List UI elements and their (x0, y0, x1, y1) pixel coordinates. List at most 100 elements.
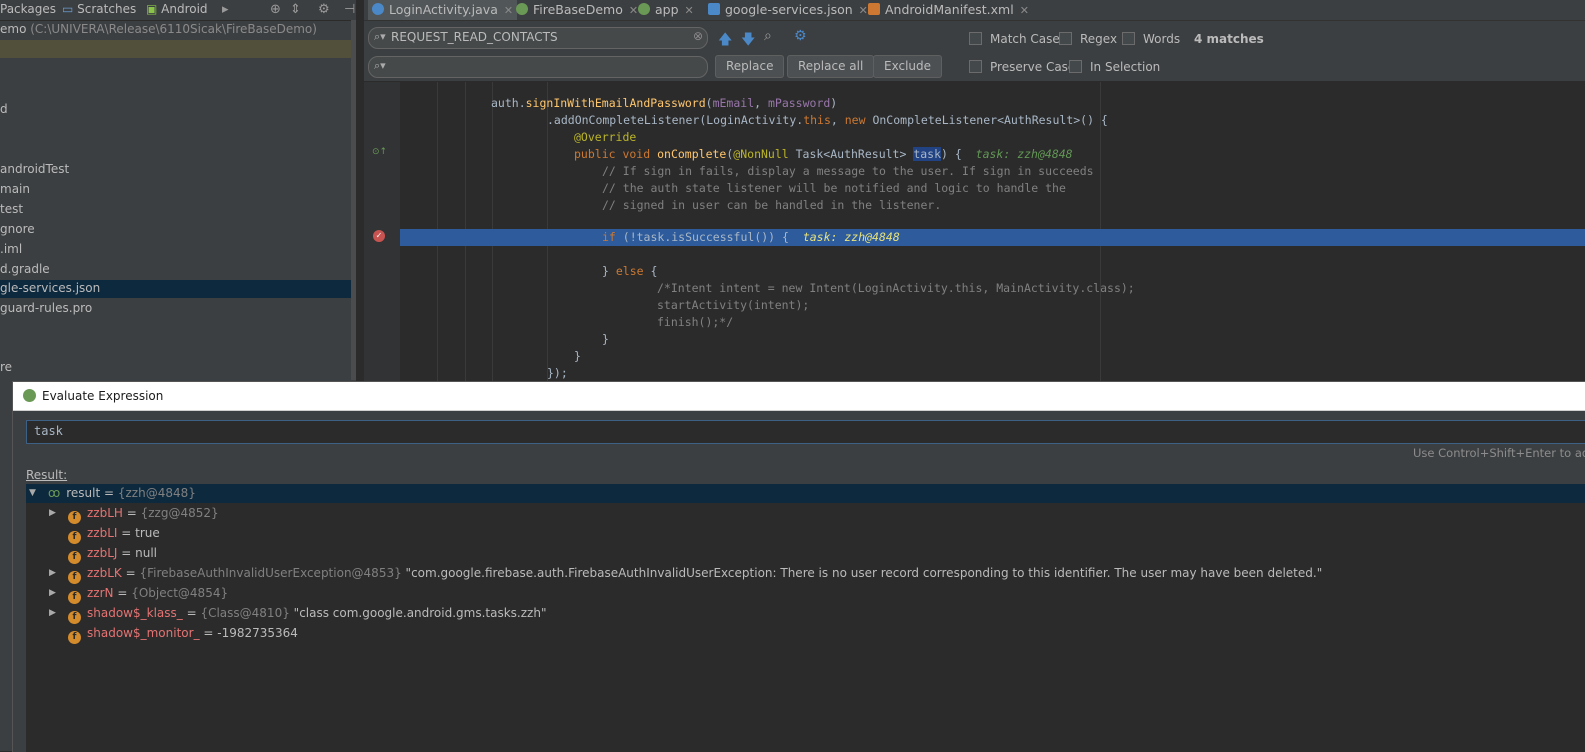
tab-packages[interactable]: Packages (0, 2, 56, 16)
tab-google-services[interactable]: google-services.json ✕ (704, 0, 872, 20)
field-icon: f (68, 611, 81, 624)
result-label: Result: (26, 468, 68, 482)
code-line: .addOnCompleteListener(LoginActivity.thi… (547, 113, 1108, 127)
match-case-checkbox[interactable]: Match Case (969, 32, 1060, 46)
filter-settings-icon[interactable]: ⚙ (794, 28, 807, 44)
gear-icon[interactable]: ⚙ (318, 2, 330, 17)
tab-android-label: Android (161, 2, 208, 16)
code-comment: // the auth state listener will be notif… (602, 181, 1066, 195)
find-all-icon[interactable]: ⌕ (764, 28, 772, 44)
collapsed-arrow-icon[interactable]: ▶ (49, 504, 56, 523)
checkbox-box (969, 32, 982, 45)
tab-firebasedemo[interactable]: FireBaseDemo ✕ (512, 0, 642, 20)
search-icon: ⌕▾ (374, 30, 386, 43)
result-value: {zzh@4848} (117, 486, 196, 500)
project-root-path[interactable]: emo (C:\UNIVERA\Release\6110Sicak\FireBa… (0, 22, 317, 36)
collapsed-arrow-icon[interactable]: ▶ (49, 584, 56, 603)
expanded-arrow-icon[interactable]: ▼ (29, 484, 36, 503)
checkbox-box (1069, 60, 1082, 73)
editor-tabs: LoginActivity.java ✕ FireBaseDemo ✕ app ✕ g… (364, 0, 1585, 21)
project-item[interactable]: guard-rules.pro (0, 301, 92, 315)
code-comment: /*Intent intent = new Intent(LoginActivi… (657, 281, 1135, 295)
left-strip (0, 390, 12, 751)
gradle-icon (638, 3, 650, 15)
hide-panel-icon[interactable]: ⊣ (344, 2, 355, 17)
in-selection-label: In Selection (1090, 60, 1161, 74)
result-tree[interactable]: ▼ ꝏ result = {zzh@4848} ▶ f zzbLH = {zzg@4… (26, 484, 1585, 752)
clear-icon[interactable]: ⊗ (693, 29, 703, 43)
checkbox-box (969, 60, 982, 73)
close-icon[interactable]: ✕ (685, 4, 694, 17)
dropdown-arrow-icon[interactable]: ▸ (222, 2, 229, 17)
match-case-label: Match Case (990, 32, 1060, 46)
project-item[interactable]: d (0, 102, 8, 116)
evaluate-expression-dialog: Evaluate Expression task Use Control+Shi… (12, 381, 1585, 752)
breakpoint-icon[interactable]: ✓ (373, 230, 385, 242)
editor-gutter[interactable]: ⊙↑ ✓ (364, 82, 400, 382)
field-icon: f (68, 631, 81, 644)
selected-tree-row (26, 484, 1585, 503)
preserve-case-checkbox[interactable]: Preserve Case (969, 60, 1075, 74)
close-icon[interactable]: ✕ (1020, 4, 1029, 17)
code-line: }); (547, 366, 568, 380)
project-item[interactable]: gnore (0, 222, 35, 236)
in-selection-checkbox[interactable]: In Selection (1069, 60, 1160, 74)
code-line: if (!task.isSuccessful()) { task: zzh@48… (602, 230, 900, 244)
override-method-icon[interactable]: ⊙↑ (372, 147, 387, 157)
code-comment: finish();*/ (657, 315, 734, 329)
sync-icon[interactable]: ⊕ (270, 2, 281, 17)
project-scrollbar[interactable] (351, 20, 356, 380)
search-field[interactable]: ⌕▾ REQUEST_READ_CONTACTS ⊗ (368, 27, 708, 49)
project-item[interactable]: .iml (0, 242, 22, 256)
replace-button[interactable]: Replace (715, 55, 785, 78)
project-item[interactable]: main (0, 182, 30, 196)
search-input[interactable]: REQUEST_READ_CONTACTS (391, 30, 558, 44)
replace-all-button[interactable]: Replace all (787, 55, 875, 78)
scratches-icon: ▭ (62, 2, 78, 16)
field-icon: f (68, 571, 81, 584)
words-checkbox[interactable]: Words (1122, 32, 1180, 46)
project-item[interactable]: test (0, 202, 23, 216)
field-icon: f (68, 531, 81, 544)
project-item-selected[interactable]: gle-services.json (0, 281, 100, 295)
project-item[interactable]: androidTest (0, 162, 69, 176)
tab-android-manifest[interactable]: AndroidManifest.xml ✕ (864, 0, 1033, 20)
replace-field[interactable]: ⌕▾ (368, 56, 708, 78)
collapsed-arrow-icon[interactable]: ▶ (49, 604, 56, 623)
dialog-titlebar[interactable]: Evaluate Expression (13, 382, 1585, 411)
field-icon: f (68, 591, 81, 604)
code-comment: startActivity(intent); (657, 298, 810, 312)
tab-android[interactable]: ▣ Android (146, 2, 208, 16)
tab-login-activity[interactable]: LoginActivity.java ✕ (368, 0, 518, 20)
gradle-icon (516, 3, 528, 15)
expression-text[interactable]: task (34, 424, 63, 438)
code-comment: // If sign in fails, display a message t… (602, 164, 1094, 178)
expression-input[interactable]: task (26, 420, 1585, 444)
tab-scratches[interactable]: ▭ Scratches (62, 2, 136, 16)
java-class-icon (372, 3, 384, 15)
dialog-title: Evaluate Expression (42, 389, 164, 403)
project-item[interactable]: re (0, 360, 12, 374)
tab-label: app (655, 2, 679, 17)
preserve-case-label: Preserve Case (990, 60, 1076, 74)
previous-occurrence-icon[interactable]: 🡅 (718, 29, 732, 53)
project-item[interactable]: d.gradle (0, 262, 50, 276)
watch-result-icon: ꝏ (48, 486, 61, 500)
tab-label: LoginActivity.java (389, 2, 498, 17)
checkbox-box (1122, 32, 1135, 45)
find-replace-bar: ⌕▾ REQUEST_READ_CONTACTS ⊗ 🡅 🡇 ⌕ ⚙ ⌕▾ Re… (364, 21, 1585, 82)
exclude-button[interactable]: Exclude (873, 55, 943, 78)
next-occurrence-icon[interactable]: 🡇 (741, 29, 755, 53)
shortcut-hint: Use Control+Shift+Enter to ad (1413, 446, 1585, 460)
result-name: result (66, 486, 101, 500)
project-location: (C:\UNIVERA\Release\6110Sicak\FireBaseDe… (30, 22, 317, 36)
code-editor[interactable]: auth.signInWithEmailAndPassword(mEmail, … (400, 82, 1585, 382)
collapse-icon[interactable]: ⇕ (290, 2, 301, 17)
tab-label: FireBaseDemo (533, 2, 623, 17)
highlighted-row (0, 40, 352, 58)
tab-app[interactable]: app ✕ (634, 0, 698, 20)
collapsed-arrow-icon[interactable]: ▶ (49, 564, 56, 583)
current-execution-line (400, 229, 1585, 246)
regex-checkbox[interactable]: Regex (1059, 32, 1117, 46)
regex-label: Regex (1080, 32, 1118, 46)
